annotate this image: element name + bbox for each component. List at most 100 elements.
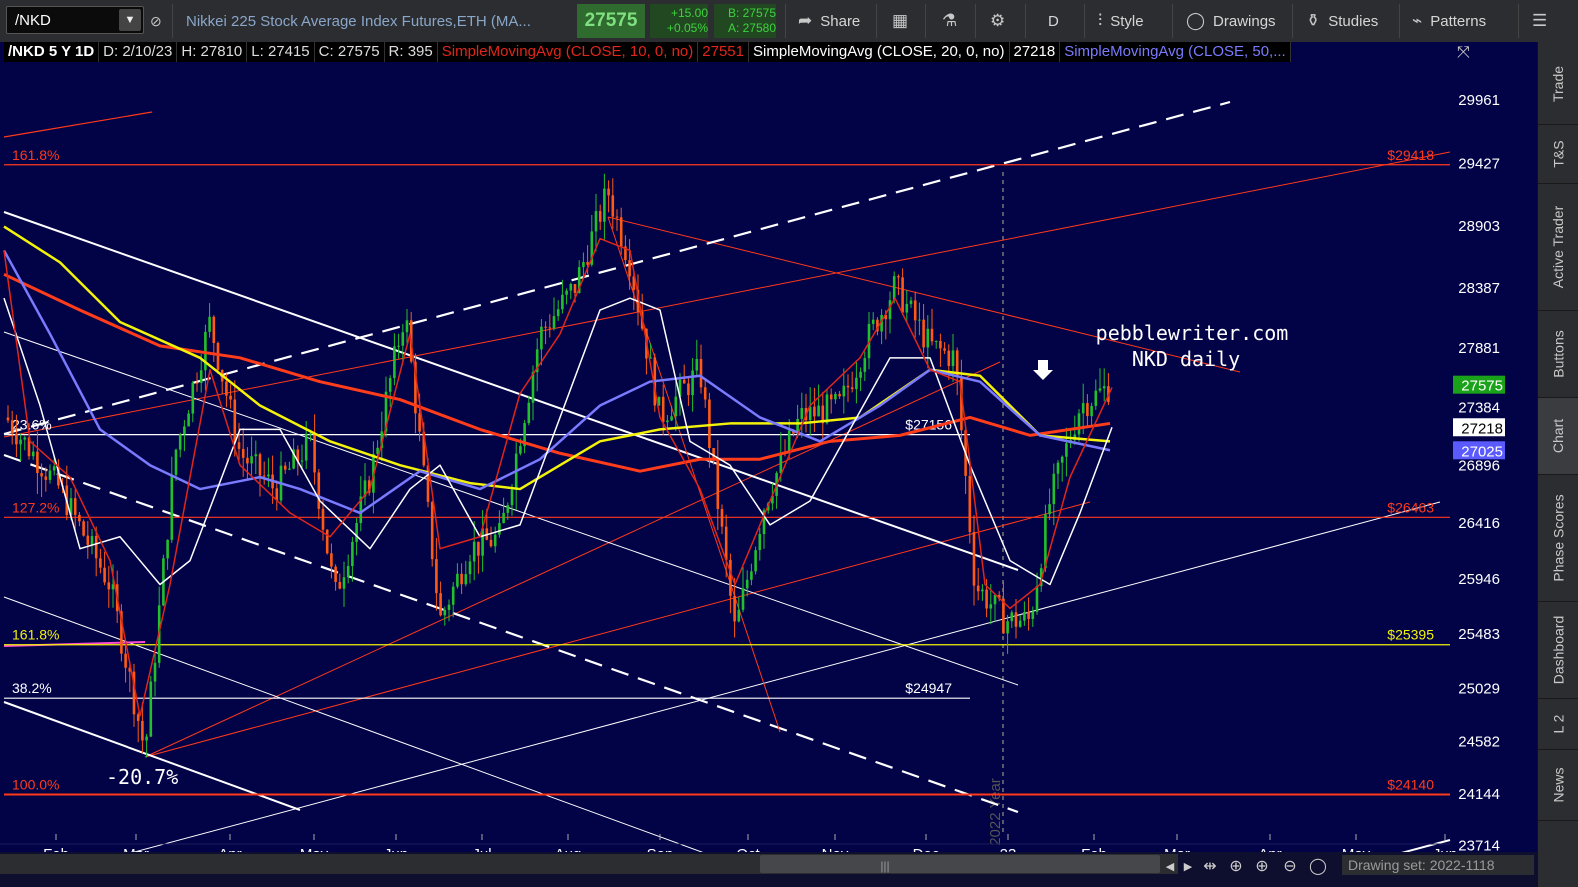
candle-body	[170, 474, 174, 540]
candle-body	[1006, 621, 1009, 634]
candle-body	[325, 529, 329, 554]
crosshair-icon: ⊕	[1229, 858, 1242, 875]
candle-body	[103, 567, 106, 583]
fib-level-label: 161.8%	[12, 147, 59, 163]
gear-icon: ⚙	[990, 11, 1006, 30]
beaker-icon: ⚱	[1306, 11, 1321, 30]
chart-canvas[interactable]: 2022 Year161.8% $2941823.6% $27156127.2% $2…	[0, 42, 1537, 887]
symbol-dropdown-icon[interactable]: ▼	[119, 9, 141, 31]
candle-body	[6, 417, 10, 421]
candle-body	[544, 326, 547, 328]
drawings-button[interactable]: ◯ Drawings	[1186, 0, 1276, 42]
sidebar-tab-t-s[interactable]: T&S	[1538, 125, 1578, 184]
sidebar-tab-active-trader[interactable]: Active Trader	[1538, 184, 1578, 311]
share-button[interactable]: ➦ Share	[798, 0, 860, 42]
candle-body	[729, 559, 732, 596]
sidebar-tab-l-2[interactable]: L 2	[1538, 699, 1578, 750]
flask-button[interactable]: ⚗	[942, 0, 957, 42]
candle-body	[1010, 612, 1014, 622]
y-axis-tick-label: 24582	[1458, 734, 1500, 751]
info-low: L: 27415	[247, 42, 315, 62]
candle-body	[897, 276, 900, 278]
candle-body	[1081, 403, 1085, 414]
candle-body	[1031, 611, 1035, 619]
candle-body	[456, 573, 459, 587]
sidebar-tab-label: Dashboard	[1550, 615, 1567, 685]
candle-body	[187, 413, 190, 427]
candle-body	[351, 541, 354, 567]
sma50-line	[2, 249, 1111, 515]
price-chart[interactable]: 2022 Year 161.8% $29418 23.6% $27156 127.2% $2…	[0, 42, 1537, 887]
candle-body	[241, 448, 245, 458]
candle-body	[934, 340, 938, 342]
candle-body	[859, 371, 862, 378]
trend-line	[3, 100, 1231, 436]
candle-body	[237, 442, 241, 449]
sidebar-tab-trade[interactable]: Trade	[1538, 44, 1578, 125]
candle-body	[733, 595, 736, 622]
candle-body	[922, 319, 925, 348]
candle-body	[552, 316, 556, 329]
candle-body	[460, 573, 463, 585]
candle-body	[178, 434, 182, 450]
candle-body	[313, 433, 316, 473]
candle-body	[393, 346, 396, 379]
sidebar-tab-news[interactable]: News	[1538, 750, 1578, 821]
candle-body	[258, 454, 262, 476]
sidebar-tab-buttons[interactable]: Buttons	[1538, 311, 1578, 398]
candle-body	[926, 328, 930, 348]
candle-body	[968, 475, 972, 533]
sma100-line	[3, 225, 1111, 491]
candle-body	[225, 381, 228, 396]
right-sidebar: Trade T&S Active Trader Buttons Chart Phase S…	[1537, 42, 1578, 887]
down-arrow-marker	[1033, 360, 1053, 380]
candle-body	[829, 394, 833, 400]
candle-body	[985, 589, 988, 609]
scrollbar-thumb	[760, 855, 1160, 873]
pattern-icon: ⌁	[1412, 11, 1423, 30]
candle-body	[943, 348, 946, 351]
symbol-input[interactable]: /NKD ▼	[6, 6, 144, 34]
grid-icon: ▦	[892, 11, 909, 30]
drawdown-label: -20.7%	[106, 765, 178, 789]
candle-body	[40, 473, 43, 477]
candle-body	[502, 512, 505, 524]
candle-body	[506, 505, 510, 513]
info-sma50-label: SimpleMovingAvg (CLOSE, 50,...	[1060, 42, 1291, 62]
menu-button[interactable]: ☰	[1532, 0, 1547, 42]
chart-info-bar: /NKD 5 Y 1D D: 2/10/23 H: 27810 L: 27415…	[4, 42, 1291, 62]
candle-body	[472, 541, 476, 562]
sidebar-tab-dashboard[interactable]: Dashboard	[1538, 602, 1578, 699]
candle-body	[397, 345, 400, 347]
candle-body	[1077, 413, 1081, 435]
candle-body	[607, 188, 610, 196]
y-axis-tick-label: 23714	[1458, 837, 1500, 854]
candle-body	[787, 430, 791, 454]
candle-body	[800, 407, 804, 419]
info-sma20-value: 27218	[1009, 42, 1061, 62]
candle-body	[951, 350, 955, 367]
candle-body	[918, 319, 921, 321]
candle-body	[510, 489, 514, 506]
settings-button[interactable]: ⚙	[990, 0, 1005, 42]
sidebar-tab-chart[interactable]: Chart	[1538, 398, 1578, 475]
aggregation-button[interactable]: D	[1048, 0, 1059, 42]
patterns-button[interactable]: ⌁ Patterns	[1412, 0, 1486, 42]
candle-body	[321, 508, 325, 530]
expand-icon[interactable]: ⤧	[1457, 44, 1470, 62]
link-icon[interactable]: ⊘	[150, 0, 162, 42]
y-axis-tick-label: 25029	[1458, 680, 1500, 697]
fib-level-label: 38.2%	[12, 680, 52, 696]
candle-body	[682, 379, 686, 384]
sidebar-tab-label: Phase Scores	[1550, 494, 1567, 582]
candle-body	[687, 383, 690, 396]
trend-line	[3, 331, 1019, 686]
sidebar-tab-phase-scores[interactable]: Phase Scores	[1538, 475, 1578, 602]
candle-body	[346, 566, 350, 578]
style-button[interactable]: ⫶ Style	[1098, 0, 1144, 42]
candle-body	[78, 514, 81, 522]
grid-layout-button[interactable]: ▦	[892, 0, 908, 42]
candle-body	[451, 586, 455, 605]
studies-button[interactable]: ⚱ Studies	[1306, 0, 1378, 42]
candle-body	[817, 405, 820, 417]
